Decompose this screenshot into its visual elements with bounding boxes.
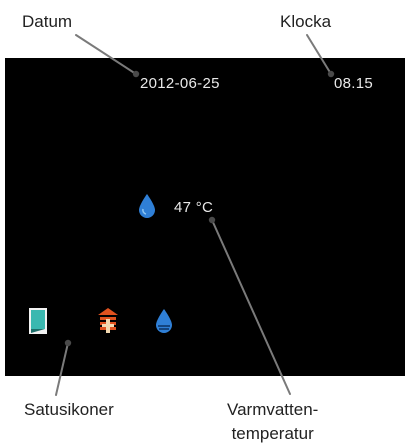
display-time: 08.15 [334, 75, 374, 92]
water-drop-icon [137, 193, 157, 224]
date-callout-label: Datum [22, 12, 73, 31]
display-date: 2012-06-25 [140, 75, 220, 92]
display-screen: 2012-06-25 08.15 47 °C [5, 58, 405, 376]
clock-callout-label: Klocka [280, 12, 332, 31]
hot-water-temperature-callout-label: Varmvatten- temperatur [227, 398, 318, 446]
hot-water-callout-line1: Varmvatten- [227, 400, 319, 419]
hot-water-callout-line2: temperatur [231, 424, 314, 443]
water-drop-status-icon [154, 308, 174, 339]
heat-pump-icon [97, 307, 119, 340]
hot-water-temperature: 47 °C [174, 199, 214, 216]
status-icons-callout-label: Satusikoner [24, 400, 114, 419]
handbook-icon [28, 307, 48, 340]
